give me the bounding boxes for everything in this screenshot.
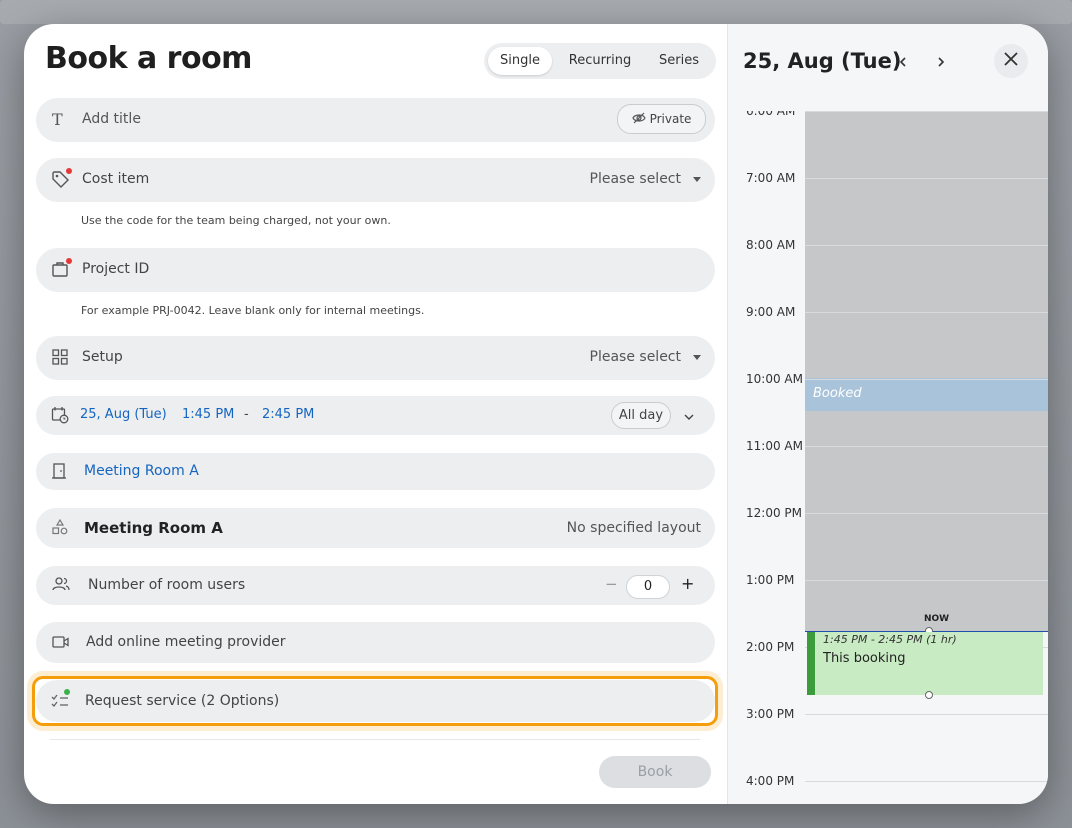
chevron-left-icon[interactable] xyxy=(891,51,915,75)
resize-handle-bottom[interactable] xyxy=(925,691,933,699)
hour-gridline xyxy=(805,580,1048,581)
online-meeting-label: Add online meeting provider xyxy=(86,634,286,650)
hour-gridline xyxy=(805,312,1048,313)
now-label: NOW xyxy=(924,614,950,624)
start-time-picker[interactable]: 1:45 PM xyxy=(182,407,234,422)
cost-item-value: Please select xyxy=(590,171,701,187)
calendar-clock-icon xyxy=(51,406,69,424)
room-users-label: Number of room users xyxy=(88,577,246,593)
this-booking-name: This booking xyxy=(823,651,906,666)
title-input[interactable]: Add title xyxy=(82,111,141,127)
this-booking-event[interactable]: 1:45 PM - 2:45 PM (1 hr) This booking xyxy=(807,632,1043,695)
increment-button[interactable]: + xyxy=(681,574,694,593)
hour-label: 9:00 AM xyxy=(746,305,796,319)
cost-item-select[interactable]: Cost item Please select xyxy=(36,158,715,202)
this-booking-time: 1:45 PM - 2:45 PM (1 hr) xyxy=(823,633,957,646)
room-users-row: Number of room users − 0 + xyxy=(36,566,715,605)
layout-value: No specified layout xyxy=(566,520,701,536)
setup-label: Setup xyxy=(82,349,123,365)
private-toggle[interactable]: Private xyxy=(617,104,706,134)
text-icon: T xyxy=(52,110,63,129)
shapes-icon xyxy=(52,518,70,537)
chevron-down-icon xyxy=(693,176,701,182)
background-window xyxy=(0,0,1072,24)
chevron-down-icon xyxy=(693,354,701,360)
close-button[interactable] xyxy=(994,44,1028,78)
hour-label: 6:00 AM xyxy=(746,111,796,118)
hour-gridline xyxy=(805,111,1048,112)
project-id-label: Project ID xyxy=(82,261,150,277)
hour-label: 11:00 AM xyxy=(746,439,803,453)
timeline[interactable]: Booked 6:00 AM 7:00 AM 8:00 AM 9:00 AM 10:00… xyxy=(728,111,1048,804)
schedule-date: 25, Aug (Tue) xyxy=(743,49,902,73)
grid-icon xyxy=(52,349,70,367)
hour-gridline xyxy=(805,178,1048,179)
hour-gridline xyxy=(805,446,1048,447)
required-indicator xyxy=(66,258,72,264)
setup-select[interactable]: Setup Please select xyxy=(36,336,715,380)
tab-series[interactable]: Series xyxy=(648,47,710,75)
modal-title: Book a room xyxy=(45,41,252,76)
users-icon xyxy=(52,576,70,594)
project-id-hint: For example PRJ-0042. Leave blank only f… xyxy=(81,304,425,317)
hour-label: 2:00 PM xyxy=(746,640,795,654)
layout-room-name: Meeting Room A xyxy=(84,519,223,537)
project-id-field[interactable]: Project ID xyxy=(36,248,715,292)
hour-label: 8:00 AM xyxy=(746,238,796,252)
required-indicator xyxy=(66,168,72,174)
cost-item-label: Cost item xyxy=(82,171,150,187)
focus-ring xyxy=(32,676,718,726)
room-link[interactable]: Meeting Room A xyxy=(84,463,199,479)
online-meeting-row[interactable]: Add online meeting provider xyxy=(36,622,715,663)
booked-slot: Booked xyxy=(805,378,1048,411)
room-users-input[interactable]: 0 xyxy=(626,575,670,599)
decrement-button[interactable]: − xyxy=(605,575,618,593)
tab-recurring[interactable]: Recurring xyxy=(560,47,640,75)
hour-gridline xyxy=(805,379,1048,380)
booked-label: Booked xyxy=(813,386,862,401)
book-room-modal: Book a room Single Recurring Series T Ad… xyxy=(24,24,1048,804)
title-row[interactable]: T Add title Private xyxy=(36,98,715,142)
hour-gridline xyxy=(805,714,1048,715)
hour-label: 1:00 PM xyxy=(746,573,795,587)
hour-label: 12:00 PM xyxy=(746,506,802,520)
hour-label: 3:00 PM xyxy=(746,707,795,721)
booking-form: Book a room Single Recurring Series T Ad… xyxy=(24,24,727,804)
tab-single[interactable]: Single xyxy=(488,47,552,75)
layout-row[interactable]: Meeting Room A No specified layout xyxy=(36,508,715,548)
time-separator: - xyxy=(244,407,249,422)
book-button[interactable]: Book xyxy=(599,756,711,788)
date-picker[interactable]: 25, Aug (Tue) xyxy=(80,407,167,422)
eye-off-icon xyxy=(631,106,646,134)
day-schedule-panel: 25, Aug (Tue) Booked 6:00 AM 7:00 AM 8:00 … xyxy=(727,24,1048,804)
video-camera-icon xyxy=(52,634,70,652)
hour-gridline xyxy=(805,245,1048,246)
hour-gridline xyxy=(805,513,1048,514)
end-time-picker[interactable]: 2:45 PM xyxy=(262,407,314,422)
setup-value: Please select xyxy=(590,349,701,365)
past-time-region xyxy=(805,111,1048,632)
hour-label: 7:00 AM xyxy=(746,171,796,185)
door-icon xyxy=(52,463,70,481)
hour-label: 4:00 PM xyxy=(746,774,795,788)
close-icon xyxy=(1003,45,1019,79)
chevron-down-icon[interactable] xyxy=(683,408,695,427)
private-label: Private xyxy=(649,112,692,126)
room-row[interactable]: Meeting Room A xyxy=(36,453,715,490)
all-day-toggle[interactable]: All day xyxy=(611,402,671,429)
divider xyxy=(50,739,700,740)
chevron-right-icon[interactable] xyxy=(929,51,953,75)
cost-item-hint: Use the code for the team being charged,… xyxy=(81,214,391,227)
hour-label: 10:00 AM xyxy=(746,372,803,386)
booking-mode-switch: Single Recurring Series xyxy=(484,43,716,79)
hour-gridline xyxy=(805,781,1048,782)
datetime-row: 25, Aug (Tue) 1:45 PM - 2:45 PM All day xyxy=(36,396,715,435)
